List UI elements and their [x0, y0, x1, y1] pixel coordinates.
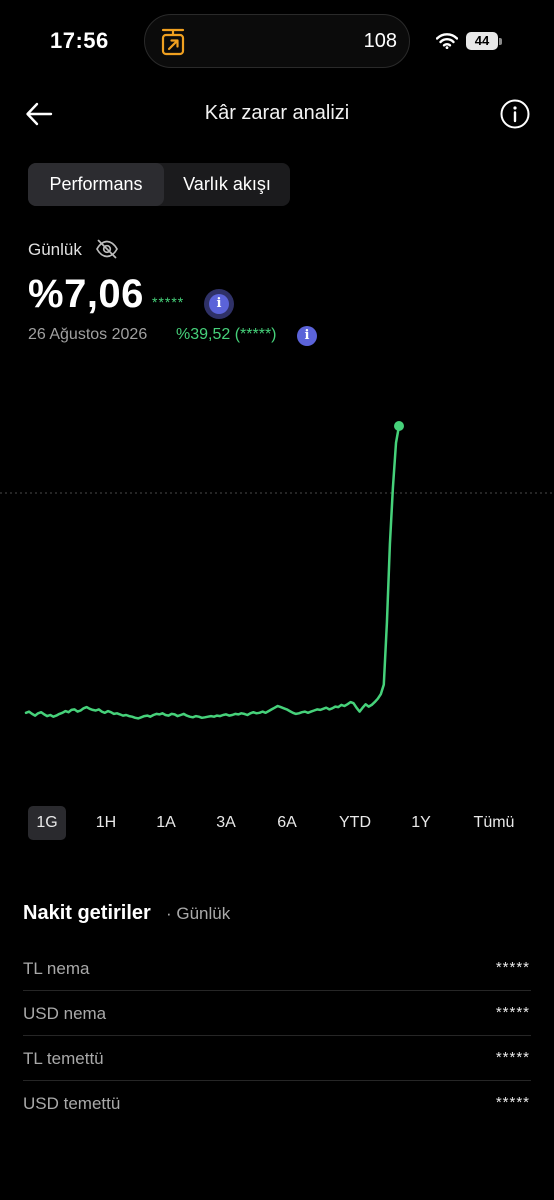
- row-label-tl-nema: TL nema: [23, 959, 90, 978]
- range-1g[interactable]: 1G: [28, 806, 66, 840]
- performance-value: %7,06: [28, 272, 144, 316]
- info-badge-icon[interactable]: i: [209, 294, 229, 314]
- period-label: Günlük: [28, 240, 82, 259]
- range-tabs: 1G 1H 1A 3A 6A YTD 1Y Tümü: [0, 806, 554, 840]
- range-1y[interactable]: 1Y: [403, 806, 439, 840]
- info-circle-icon[interactable]: [499, 98, 531, 130]
- total-change: %39,52 (*****): [176, 326, 277, 343]
- range-tumu[interactable]: Tümü: [466, 806, 522, 840]
- row-divider: [23, 1080, 531, 1081]
- tab-varlik-akisi[interactable]: Varlık akışı: [164, 163, 290, 206]
- battery-cap: [499, 38, 502, 45]
- range-3a[interactable]: 3A: [208, 806, 244, 840]
- range-ytd[interactable]: YTD: [333, 806, 377, 840]
- row-value-tl-nema: *****: [495, 959, 530, 976]
- eye-off-icon[interactable]: [95, 239, 119, 259]
- row-value-usd-nema: *****: [495, 1004, 530, 1021]
- row-value-tl-temettu: *****: [495, 1049, 530, 1066]
- status-time: 17:56: [50, 28, 109, 53]
- island-count: 108: [363, 30, 397, 52]
- row-label-usd-temettu: USD temettü: [23, 1094, 121, 1113]
- forward-arrow-box-icon: [161, 28, 185, 56]
- battery-level: 44: [466, 32, 498, 50]
- range-6a[interactable]: 6A: [269, 806, 305, 840]
- masked-amount: *****: [152, 294, 185, 310]
- performance-chart[interactable]: [0, 400, 554, 760]
- range-1a[interactable]: 1A: [148, 806, 184, 840]
- total-change-info-icon[interactable]: i: [297, 326, 317, 346]
- row-label-usd-nema: USD nema: [23, 1004, 107, 1023]
- cash-returns-title: Nakit getiriler: [23, 902, 151, 924]
- view-tabs: Performans Varlık akışı: [28, 163, 290, 206]
- cash-returns-period: · Günlük: [166, 904, 231, 923]
- row-divider: [23, 990, 531, 991]
- chart-last-point[interactable]: [394, 421, 404, 431]
- row-label-tl-temettu: TL temettü: [23, 1049, 104, 1068]
- page-title: Kâr zarar analizi: [204, 102, 350, 124]
- summary-date: 26 Ağustos 2026: [28, 326, 148, 343]
- row-divider: [23, 1035, 531, 1036]
- chart-series-line: [24, 424, 401, 720]
- range-1h[interactable]: 1H: [88, 806, 124, 840]
- dynamic-island[interactable]: 108: [144, 14, 410, 68]
- wifi-icon: [436, 33, 458, 49]
- row-value-usd-temettu: *****: [495, 1094, 530, 1111]
- tab-performans[interactable]: Performans: [28, 163, 164, 206]
